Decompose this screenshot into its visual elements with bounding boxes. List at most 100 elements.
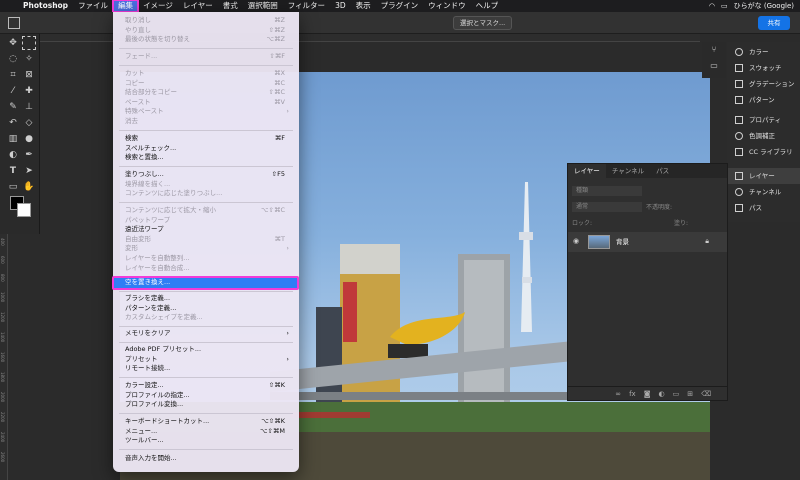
menu-item-search[interactable]: 検索 ⌘F <box>113 134 299 144</box>
panel-channels[interactable]: チャンネル <box>727 184 800 200</box>
gradient-tool-icon[interactable]: ▥ <box>6 132 20 146</box>
menu-item-keyboard-shortcuts[interactable]: キーボードショートカット... ⌥⇧⌘K <box>113 417 299 427</box>
menu-item-toolbar[interactable]: ツールバー... <box>113 436 299 446</box>
marquee-tool-icon[interactable] <box>8 17 20 29</box>
menu-type[interactable]: 書式 <box>218 0 243 12</box>
path-select-icon[interactable]: ➤ <box>22 164 36 178</box>
panel-cc-libraries[interactable]: CC ライブラリ <box>727 144 800 160</box>
share-button[interactable]: 共有 <box>758 16 790 30</box>
menu-item-fill[interactable]: 塗りつぶし... ⇧F5 <box>113 170 299 180</box>
menu-item-assign-profile[interactable]: プロファイルの指定... <box>113 391 299 401</box>
move-tool-icon[interactable]: ✥ <box>6 36 20 50</box>
tab-layers[interactable]: レイヤー <box>568 164 606 178</box>
menu-item-clear[interactable]: 消去 <box>113 117 299 127</box>
battery-icon[interactable]: ▭ <box>721 2 728 10</box>
rectangle-tool-icon[interactable]: ▭ <box>6 180 20 194</box>
link-icon[interactable]: ∞ <box>615 387 621 400</box>
menu-item-puppet-warp[interactable]: パペットワープ <box>113 216 299 226</box>
menu-item-free-transform[interactable]: 自由変形 ⌘T <box>113 235 299 245</box>
eraser-icon[interactable]: ◇ <box>22 116 36 130</box>
menu-item-color-settings[interactable]: カラー設定... ⇧⌘K <box>113 381 299 391</box>
magic-wand-icon[interactable]: ✧ <box>22 52 36 66</box>
menu-item-content-aware-scale[interactable]: コンテンツに応じて拡大・縮小 ⌥⇧⌘C <box>113 206 299 216</box>
background-color[interactable] <box>17 203 31 217</box>
stamp-tool-icon[interactable]: ⊥ <box>22 100 36 114</box>
menu-edit[interactable]: 編集 <box>112 0 140 13</box>
menu-item-content-aware-fill[interactable]: コンテンツに応じた塗りつぶし... <box>113 189 299 199</box>
menu-item-redo[interactable]: やり直し ⇧⌘Z <box>113 26 299 36</box>
menu-item-perspective-warp[interactable]: 遠近法ワープ <box>113 225 299 235</box>
menu-item-presets[interactable]: プリセット › <box>113 355 299 365</box>
menu-item-convert-profile[interactable]: プロファイル変換... <box>113 400 299 410</box>
menu-image[interactable]: イメージ <box>138 0 178 12</box>
pen-tool-icon[interactable]: ✒ <box>22 148 36 162</box>
eyedropper-icon[interactable]: ⁄ <box>6 84 20 98</box>
panel-layers[interactable]: レイヤー <box>727 168 800 184</box>
select-and-mask-button[interactable]: 選択とマスク... <box>453 16 513 30</box>
menu-3d[interactable]: 3D <box>330 0 351 12</box>
menu-item-copy-merged[interactable]: 結合部分をコピー ⇧⌘C <box>113 88 299 98</box>
frame-tool-icon[interactable]: ⊠ <box>22 68 36 82</box>
menu-item-auto-align[interactable]: レイヤーを自動整列... <box>113 254 299 264</box>
panel-swatches[interactable]: スウォッチ <box>727 60 800 76</box>
crop-tool-icon[interactable]: ⌗ <box>6 68 20 82</box>
panel-gradients[interactable]: グラデーション <box>727 76 800 92</box>
menu-item-spellcheck[interactable]: スペルチェック... <box>113 144 299 154</box>
menu-layer[interactable]: レイヤー <box>178 0 218 12</box>
menu-item-define-pattern[interactable]: パターンを定義... <box>113 304 299 314</box>
healing-brush-icon[interactable]: ✚ <box>22 84 36 98</box>
panel-properties[interactable]: プロパティ <box>727 112 800 128</box>
panel-paths[interactable]: パス <box>727 200 800 216</box>
menu-item-remote-connections[interactable]: リモート接続... <box>113 364 299 374</box>
lasso-tool-icon[interactable]: ◌ <box>6 52 20 66</box>
menu-item-auto-blend[interactable]: レイヤーを自動合成... <box>113 264 299 274</box>
menu-plugins[interactable]: プラグイン <box>376 0 424 12</box>
input-method[interactable]: ひらがな (Google) <box>734 1 794 11</box>
menu-filter[interactable]: フィルター <box>283 0 330 12</box>
layer-row[interactable]: ◉ 背景 🔒︎ <box>568 232 727 252</box>
layer-filter-select[interactable]: 種類 <box>572 186 642 196</box>
menu-help[interactable]: ヘルプ <box>471 0 504 12</box>
menu-item-paste[interactable]: ペースト ⌘V <box>113 98 299 108</box>
menu-item-fade[interactable]: フェード... ⇧⌘F <box>113 52 299 62</box>
menu-item-undo[interactable]: 取り消し ⌘Z <box>113 16 299 26</box>
menu-item-start-dictation[interactable]: 音声入力を開始... <box>113 454 299 464</box>
menu-item-pdf-presets[interactable]: Adobe PDF プリセット... <box>113 345 299 355</box>
menu-select[interactable]: 選択範囲 <box>243 0 283 12</box>
group-icon[interactable]: ▭ <box>673 387 680 400</box>
menu-item-cut[interactable]: カット ⌘X <box>113 69 299 79</box>
menu-item-toggle-last-state[interactable]: 最後の状態を切り替え ⌥⌘Z <box>113 35 299 45</box>
comments-icon[interactable]: ▭ <box>702 58 726 74</box>
menu-item-transform[interactable]: 変形 › <box>113 244 299 254</box>
panel-patterns[interactable]: パターン <box>727 92 800 108</box>
menu-item-find-replace[interactable]: 検索と置換... <box>113 153 299 163</box>
eye-icon[interactable]: ◉ <box>573 237 579 245</box>
menu-window[interactable]: ウィンドウ <box>423 0 471 12</box>
menu-item-define-brush[interactable]: ブラシを定義... <box>113 294 299 304</box>
history-icon[interactable]: ⑂ <box>702 42 726 58</box>
fx-icon[interactable]: fx <box>629 387 636 400</box>
menu-file[interactable]: ファイル <box>73 0 113 12</box>
hand-tool-icon[interactable]: ✋ <box>22 180 36 194</box>
menu-item-copy[interactable]: コピー ⌘C <box>113 79 299 89</box>
marquee-tool-icon[interactable] <box>22 36 36 50</box>
trash-icon[interactable]: ⌫ <box>701 387 711 400</box>
tab-channels[interactable]: チャンネル <box>606 164 650 178</box>
dodge-tool-icon[interactable]: ◐ <box>6 148 20 162</box>
menu-item-purge[interactable]: メモリをクリア › <box>113 329 299 339</box>
adjustment-icon[interactable]: ◐ <box>658 387 664 400</box>
panel-color[interactable]: カラー <box>727 44 800 60</box>
menu-item-define-custom-shape[interactable]: カスタムシェイプを定義... <box>113 313 299 323</box>
menu-item-paste-special[interactable]: 特殊ペースト › <box>113 107 299 117</box>
menu-item-stroke[interactable]: 境界線を描く... <box>113 180 299 190</box>
history-brush-icon[interactable]: ↶ <box>6 116 20 130</box>
panel-adjustments[interactable]: 色調補正 <box>727 128 800 144</box>
mask-icon[interactable]: ◙ <box>644 387 651 400</box>
blend-mode-select[interactable]: 通常 <box>572 202 642 212</box>
menu-view[interactable]: 表示 <box>351 0 376 12</box>
type-tool-icon[interactable]: T <box>6 164 20 178</box>
menu-item-menus[interactable]: メニュー... ⌥⇧⌘M <box>113 427 299 437</box>
wifi-icon[interactable]: ◠ <box>709 2 715 10</box>
blur-tool-icon[interactable]: ● <box>22 132 36 146</box>
menu-app[interactable]: Photoshop <box>18 0 73 12</box>
